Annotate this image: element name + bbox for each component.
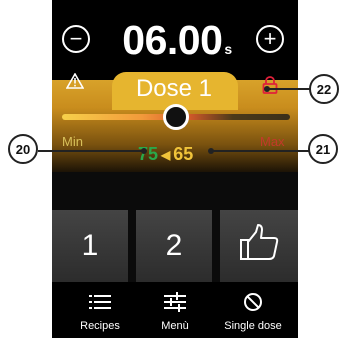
list-icon [70,290,130,314]
thumbs-up-icon [237,222,281,270]
dose-slider-thumb[interactable] [163,104,189,130]
dose-title: Dose 1 [135,75,213,102]
dose-1-button[interactable]: 1 [52,210,128,282]
callout-22-leader [266,88,310,90]
dose-keys: 1 2 [52,210,298,282]
device-screen: − 06.00 s + Dose 1 Min Max 75 ◀ 65 1 2 Reci… [52,0,298,338]
callout-20: 20 [8,134,38,164]
single-dose-label: Single dose [224,320,282,332]
recipes-button[interactable]: Recipes [70,290,130,332]
no-symbol-icon [208,290,298,314]
warning-triangle-icon[interactable] [65,72,85,94]
timer-bar: − 06.00 s + [52,0,298,80]
bottom-nav: Recipes Menù Single dose [52,282,298,338]
dose-2-button[interactable]: 2 [136,210,212,282]
menu-label: Menù [161,320,189,332]
sliders-icon [152,290,198,314]
callout-22: 22 [309,74,339,104]
dose-1-label: 1 [81,229,99,262]
slider-max-label: Max [260,134,285,149]
timer-value: 06.00 [122,17,223,63]
decrease-button[interactable]: − [62,25,90,53]
callout-20-leader [38,150,142,152]
confirm-button[interactable] [220,210,298,282]
current-dose-value: 65 [173,144,194,164]
timer-unit: s [224,41,232,57]
menu-button[interactable]: Menù [152,290,198,332]
timer-display: 06.00 s [102,18,252,62]
recipes-label: Recipes [80,320,120,332]
previous-dose-value: 75 [138,144,159,164]
slider-min-label: Min [62,134,83,149]
callout-21: 21 [308,134,338,164]
arrow-left-icon: ◀ [161,148,171,163]
dose-2-label: 2 [165,229,183,262]
increase-button[interactable]: + [256,25,284,53]
callout-21-leader [210,150,309,152]
dose-values: 75 ◀ 65 [138,144,193,165]
single-dose-button[interactable]: Single dose [208,290,298,332]
